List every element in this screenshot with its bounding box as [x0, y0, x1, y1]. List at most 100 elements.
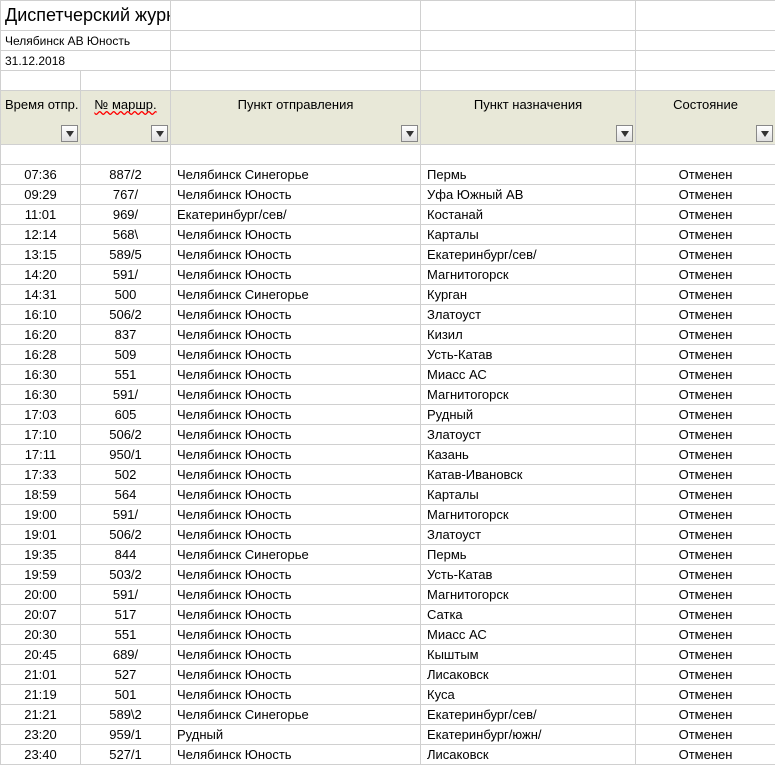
table-row: 20:45689/Челябинск ЮностьКыштымОтменен	[1, 645, 775, 665]
header-status: Состояние	[636, 91, 775, 145]
cell-route: 500	[81, 285, 171, 305]
cell-status: Отменен	[636, 545, 775, 565]
cell-from: Челябинск Юность	[171, 605, 421, 625]
cell-route: 502	[81, 465, 171, 485]
cell-to: Казань	[421, 445, 636, 465]
table-row: 16:10506/2Челябинск ЮностьЗлатоустОтмене…	[1, 305, 775, 325]
filter-status-button[interactable]	[756, 125, 773, 142]
cell-to: Пермь	[421, 165, 636, 185]
cell-time: 20:07	[1, 605, 81, 625]
cell-from: Челябинск Юность	[171, 365, 421, 385]
cell-from: Челябинск Юность	[171, 345, 421, 365]
table-row: 17:33502Челябинск ЮностьКатав-ИвановскОт…	[1, 465, 775, 485]
cell-time: 17:11	[1, 445, 81, 465]
cell-route: 509	[81, 345, 171, 365]
cell-status: Отменен	[636, 465, 775, 485]
cell-from: Челябинск Юность	[171, 265, 421, 285]
cell-status: Отменен	[636, 385, 775, 405]
cell-time: 14:31	[1, 285, 81, 305]
cell-time: 17:10	[1, 425, 81, 445]
cell-time: 14:20	[1, 265, 81, 285]
cell-to: Карталы	[421, 485, 636, 505]
cell-route: 959/1	[81, 725, 171, 745]
cell-to: Екатеринбург/сев/	[421, 245, 636, 265]
cell-to: Усть-Катав	[421, 345, 636, 365]
table-row: 20:07517Челябинск ЮностьСаткаОтменен	[1, 605, 775, 625]
cell-route: 844	[81, 545, 171, 565]
table-row: 21:01527Челябинск ЮностьЛисаковскОтменен	[1, 665, 775, 685]
table-row: 14:20591/Челябинск ЮностьМагнитогорскОтм…	[1, 265, 775, 285]
cell-status: Отменен	[636, 365, 775, 385]
cell-route: 887/2	[81, 165, 171, 185]
chevron-down-icon	[621, 131, 629, 137]
table-row: 20:00591/Челябинск ЮностьМагнитогорскОтм…	[1, 585, 775, 605]
cell-route: 605	[81, 405, 171, 425]
cell-status: Отменен	[636, 685, 775, 705]
cell-route: 591/	[81, 385, 171, 405]
cell-from: Челябинск Юность	[171, 305, 421, 325]
table-row: 17:10506/2Челябинск ЮностьЗлатоустОтмене…	[1, 425, 775, 445]
cell-route: 767/	[81, 185, 171, 205]
cell-from: Челябинск Юность	[171, 625, 421, 645]
cell-to: Усть-Катав	[421, 565, 636, 585]
cell-from: Челябинск Юность	[171, 665, 421, 685]
cell-route: 501	[81, 685, 171, 705]
cell-status: Отменен	[636, 305, 775, 325]
cell-to: Кыштым	[421, 645, 636, 665]
cell-from: Челябинск Юность	[171, 425, 421, 445]
cell-status: Отменен	[636, 405, 775, 425]
cell-to: Златоуст	[421, 305, 636, 325]
cell-route: 517	[81, 605, 171, 625]
filter-to-button[interactable]	[616, 125, 633, 142]
cell-status: Отменен	[636, 345, 775, 365]
filter-from-button[interactable]	[401, 125, 418, 142]
cell-status: Отменен	[636, 225, 775, 245]
table-row: 17:11950/1Челябинск ЮностьКазаньОтменен	[1, 445, 775, 465]
date-row: 31.12.2018	[1, 51, 775, 71]
cell-time: 16:20	[1, 325, 81, 345]
cell-to: Миасс АС	[421, 365, 636, 385]
cell-to: Магнитогорск	[421, 265, 636, 285]
cell-from: Челябинск Юность	[171, 325, 421, 345]
cell-to: Златоуст	[421, 525, 636, 545]
cell-to: Екатеринбург/южн/	[421, 725, 636, 745]
filter-route-button[interactable]	[151, 125, 168, 142]
cell-time: 13:15	[1, 245, 81, 265]
spacer-row	[1, 71, 775, 91]
table-row: 23:20959/1РудныйЕкатеринбург/южн/Отменен	[1, 725, 775, 745]
cell-to: Карталы	[421, 225, 636, 245]
cell-to: Уфа Южный АВ	[421, 185, 636, 205]
cell-time: 16:10	[1, 305, 81, 325]
cell-time: 23:40	[1, 745, 81, 765]
cell-from: Челябинск Юность	[171, 525, 421, 545]
cell-to: Катав-Ивановск	[421, 465, 636, 485]
cell-route: 591/	[81, 585, 171, 605]
cell-time: 19:01	[1, 525, 81, 545]
cell-from: Челябинск Юность	[171, 685, 421, 705]
cell-route: 527/1	[81, 745, 171, 765]
cell-time: 19:59	[1, 565, 81, 585]
cell-from: Челябинск Юность	[171, 505, 421, 525]
cell-to: Магнитогорск	[421, 505, 636, 525]
cell-to: Рудный	[421, 405, 636, 425]
cell-from: Челябинск Юность	[171, 745, 421, 765]
cell-route: 506/2	[81, 425, 171, 445]
table-row: 07:36887/2Челябинск СинегорьеПермьОтмене…	[1, 165, 775, 185]
cell-route: 589/5	[81, 245, 171, 265]
cell-status: Отменен	[636, 425, 775, 445]
table-row: 13:15589/5Челябинск ЮностьЕкатеринбург/с…	[1, 245, 775, 265]
cell-route: 837	[81, 325, 171, 345]
cell-route: 568\	[81, 225, 171, 245]
filter-time-button[interactable]	[61, 125, 78, 142]
cell-from: Челябинск Юность	[171, 645, 421, 665]
cell-time: 16:28	[1, 345, 81, 365]
cell-route: 969/	[81, 205, 171, 225]
cell-from: Челябинск Юность	[171, 485, 421, 505]
table-row: 12:14568\Челябинск ЮностьКарталыОтменен	[1, 225, 775, 245]
cell-status: Отменен	[636, 285, 775, 305]
header-time: Время отпр.	[1, 91, 81, 145]
cell-status: Отменен	[636, 625, 775, 645]
cell-to: Лисаковск	[421, 745, 636, 765]
cell-status: Отменен	[636, 565, 775, 585]
cell-route: 564	[81, 485, 171, 505]
